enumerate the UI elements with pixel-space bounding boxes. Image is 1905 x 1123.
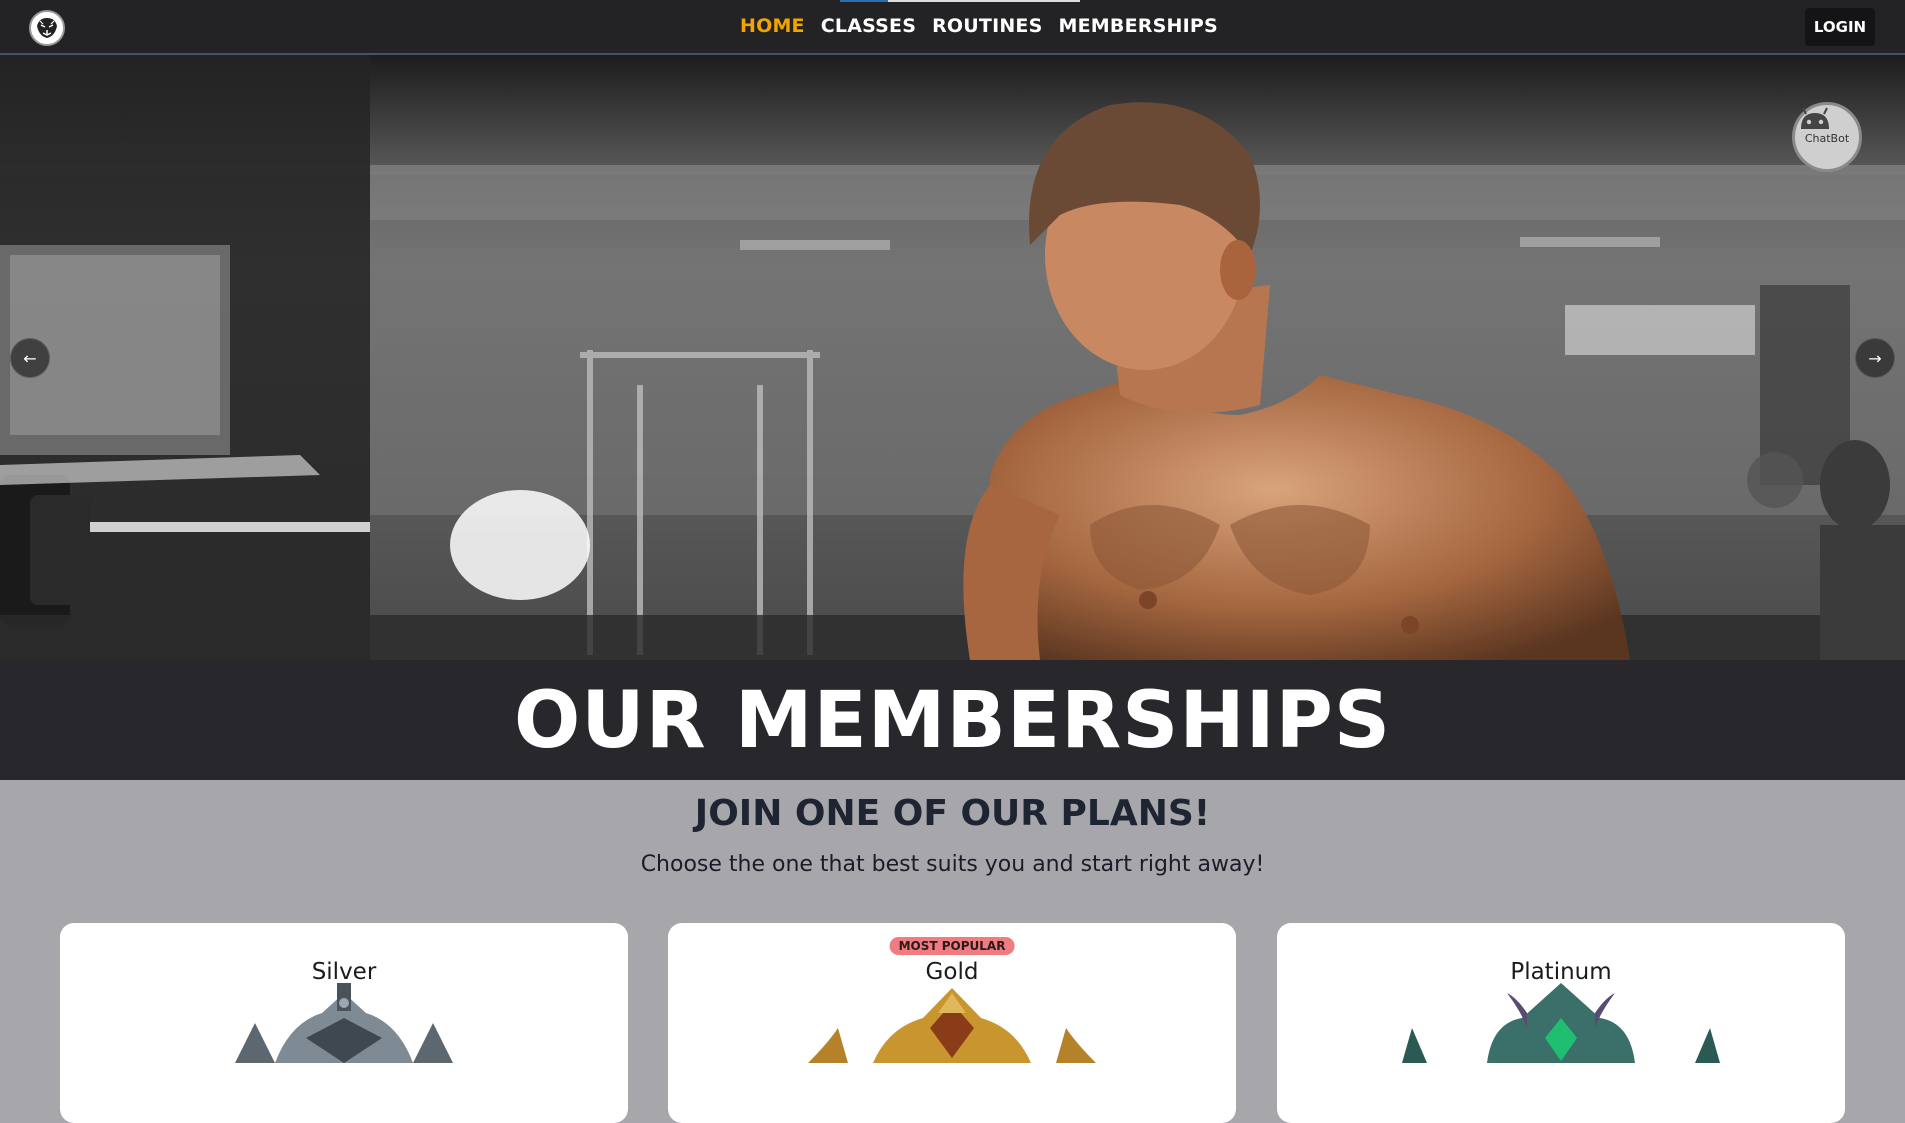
carousel-prev-button[interactable]: ← [10, 338, 50, 378]
top-navbar: HOME CLASSES ROUTINES MEMBERSHIPS LOGIN [0, 0, 1905, 55]
nav-active-indicator [840, 0, 1080, 2]
nav-classes[interactable]: CLASSES [821, 15, 916, 37]
nav-memberships[interactable]: MEMBERSHIPS [1059, 15, 1218, 37]
main-nav: HOME CLASSES ROUTINES MEMBERSHIPS [740, 15, 1218, 37]
hero-image [0, 55, 1905, 660]
plan-card-gold[interactable]: MOST POPULAR Gold [668, 923, 1236, 1123]
nav-home[interactable]: HOME [740, 15, 805, 37]
gold-crest-icon [808, 988, 1096, 1063]
most-popular-badge: MOST POPULAR [889, 937, 1015, 955]
plans-subheading: Choose the one that best suits you and s… [640, 852, 1265, 877]
plans-heading: JOIN ONE OF OUR PLANS! [694, 793, 1211, 834]
carousel-next-button[interactable]: → [1855, 338, 1895, 378]
arrow-right-icon: → [1868, 348, 1882, 368]
plan-card-silver[interactable]: Silver [60, 923, 628, 1123]
platinum-crest-icon [1402, 983, 1720, 1063]
android-robot-icon [1801, 107, 1829, 129]
plan-name: Silver [311, 959, 377, 985]
nav-routines[interactable]: ROUTINES [932, 15, 1042, 37]
section-title: OUR MEMBERSHIPS [514, 676, 1391, 766]
arrow-left-icon: ← [23, 348, 37, 368]
plan-name: Gold [925, 959, 979, 985]
hero-carousel: ← → ChatBot [0, 55, 1905, 660]
plan-name: Platinum [1510, 959, 1612, 985]
plan-card-platinum[interactable]: Platinum [1277, 923, 1845, 1123]
chatbot-button[interactable]: ChatBot [1792, 102, 1862, 172]
memberships-title-band: OUR MEMBERSHIPS [0, 660, 1905, 780]
tiger-logo-icon[interactable] [29, 10, 65, 46]
login-button[interactable]: LOGIN [1805, 8, 1875, 46]
silver-crest-icon [235, 983, 453, 1063]
